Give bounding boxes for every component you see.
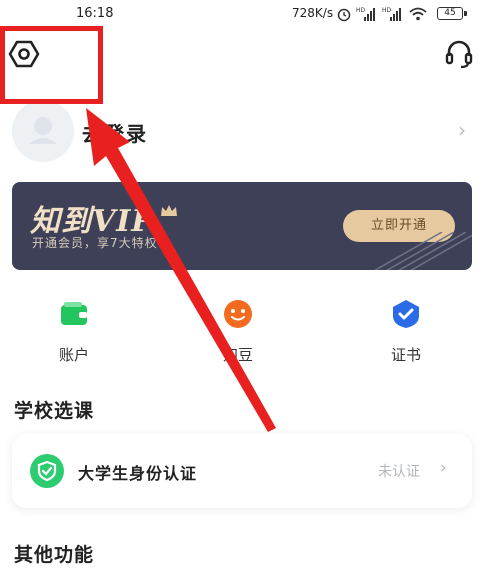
chevron-right-icon[interactable]: › — [458, 118, 466, 142]
default-avatar-icon — [29, 117, 57, 144]
shortcut-label: 知豆 — [222, 346, 253, 364]
signal-hd-icon-2: HD — [382, 7, 401, 21]
crown-icon — [161, 205, 177, 216]
svg-text:HD: HD — [356, 7, 366, 14]
battery-tip — [464, 11, 467, 16]
decorative-stripes — [373, 232, 472, 270]
login-link[interactable]: 去登录 — [82, 118, 148, 147]
shortcut-label: 证书 — [390, 346, 421, 364]
zhidou-smile-icon — [224, 300, 252, 328]
annotation-highlight-box — [0, 26, 103, 104]
avatar[interactable] — [12, 100, 74, 162]
battery-level: 45 — [444, 8, 456, 18]
network-speed: 728K/s — [292, 6, 334, 20]
section-title-school: 学校选课 — [14, 400, 95, 422]
verify-status: 未认证 — [378, 464, 420, 480]
chevron-right-icon: › — [440, 458, 447, 478]
student-verify-card[interactable]: 大学生身份认证 未认证 › — [12, 434, 472, 508]
certificate-icon — [393, 300, 419, 328]
svg-text:HD: HD — [382, 7, 392, 14]
headset-icon[interactable] — [444, 38, 474, 70]
wallet-icon — [61, 302, 87, 325]
shield-icon — [30, 454, 64, 488]
shortcut-label: 账户 — [58, 346, 89, 364]
alarm-icon — [337, 8, 351, 22]
vip-banner[interactable]: 知到VIP 开通会员，享7大特权 立即开通 — [12, 182, 472, 270]
shortcut-account[interactable]: 账户 — [44, 298, 104, 368]
signal-hd-icon-1: HD — [356, 7, 375, 21]
section-title-other: 其他功能 — [14, 544, 95, 566]
battery-icon: 45 — [437, 7, 463, 20]
shortcut-certificate[interactable]: 证书 — [376, 298, 436, 368]
shortcut-zhidou[interactable]: 知豆 — [208, 298, 268, 368]
vip-subtitle: 开通会员，享7大特权 — [32, 236, 158, 250]
verify-label: 大学生身份认证 — [78, 464, 198, 483]
wifi-icon — [409, 7, 427, 21]
status-time: 16:18 — [76, 6, 114, 21]
